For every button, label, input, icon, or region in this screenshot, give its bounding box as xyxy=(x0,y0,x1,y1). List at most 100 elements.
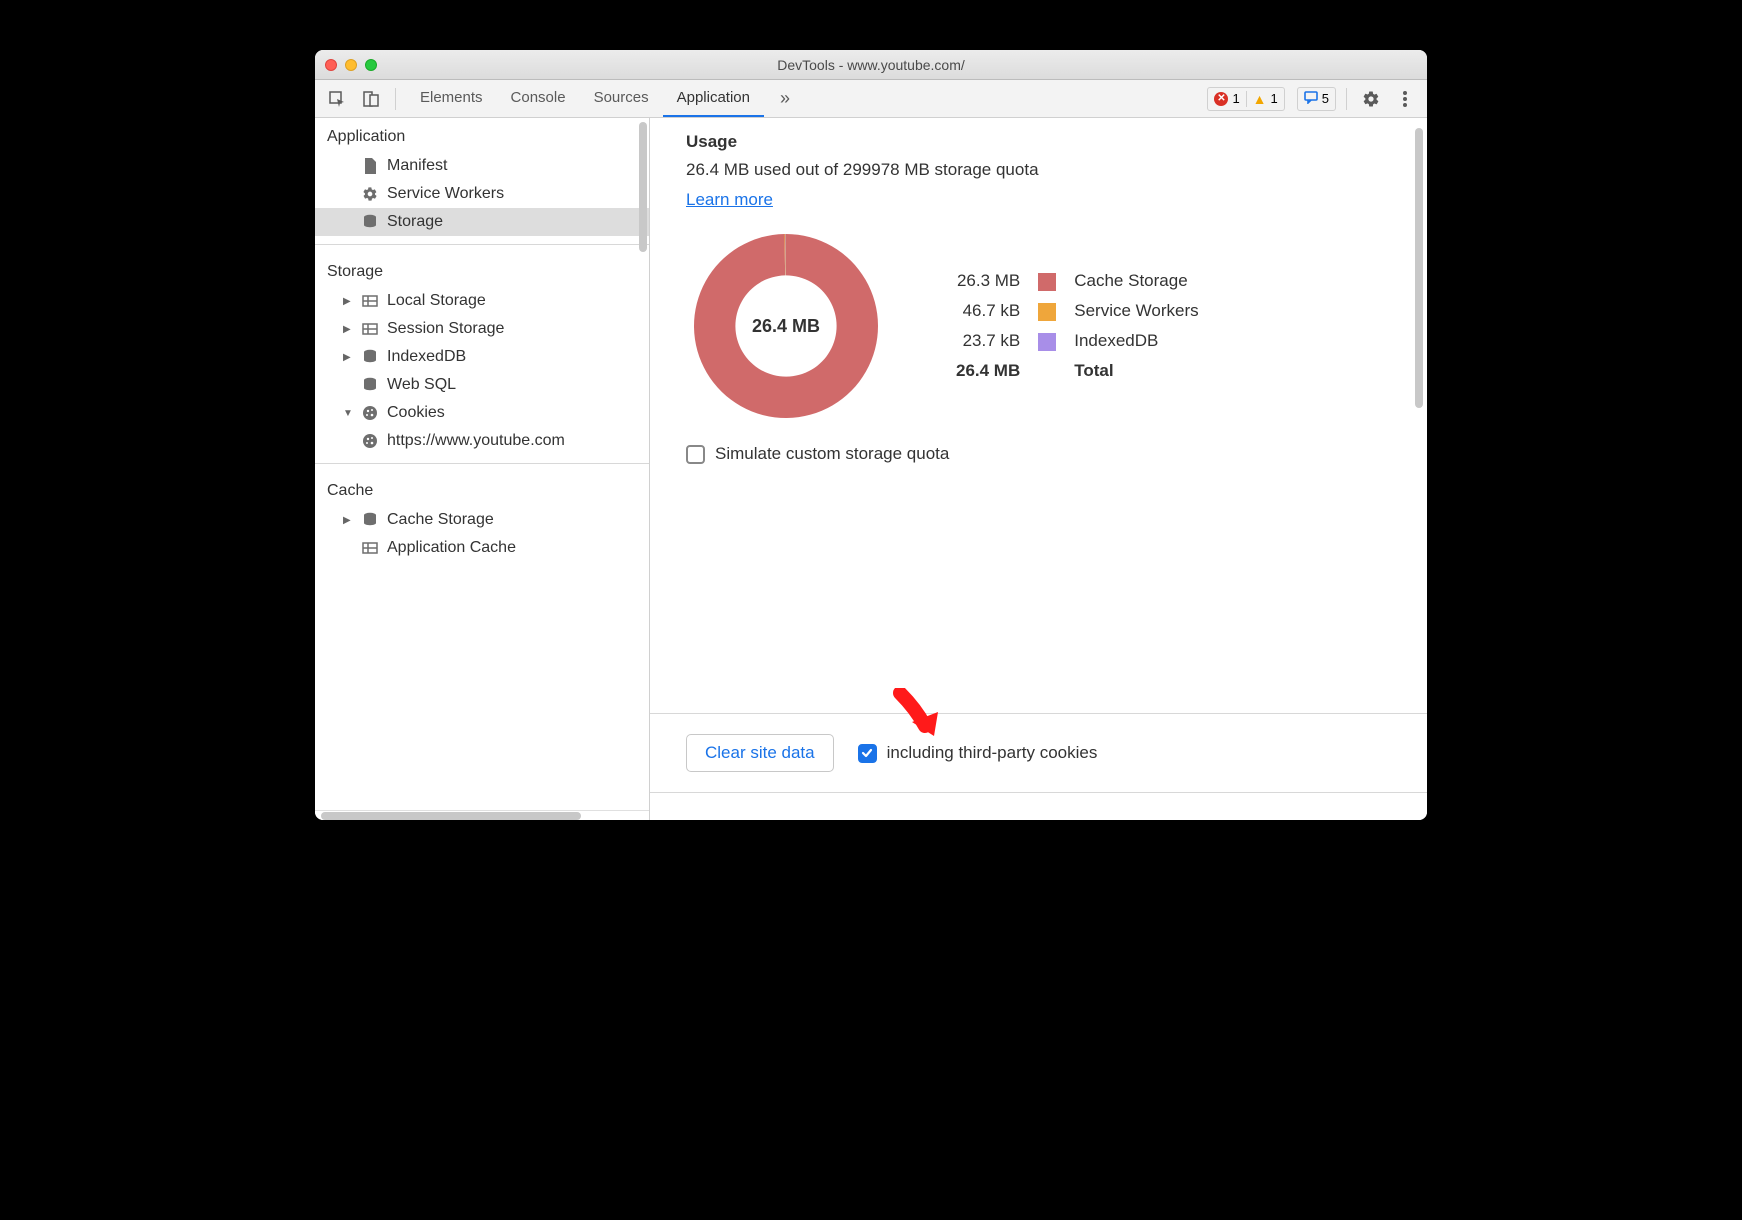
toolbar-divider xyxy=(1346,88,1347,110)
legend-swatch xyxy=(1030,327,1064,355)
warnings-count: 1 xyxy=(1271,91,1278,106)
legend-row: 23.7 kB IndexedDB xyxy=(948,327,1207,355)
sidebar-item-manifest[interactable]: Manifest xyxy=(315,152,649,180)
legend-value: 23.7 kB xyxy=(948,327,1028,355)
sidebar-section-storage: Storage xyxy=(315,253,649,287)
sidebar-item-session-storage[interactable]: ▶ Session Storage xyxy=(315,315,649,343)
sidebar-item-label: Storage xyxy=(387,213,443,231)
toolbar-divider xyxy=(395,88,396,110)
messages-count: 5 xyxy=(1322,91,1329,106)
sidebar-section-application: Application xyxy=(315,118,649,152)
sidebar-item-label: Cookies xyxy=(387,404,445,422)
window-title: DevTools - www.youtube.com/ xyxy=(315,57,1427,73)
legend-label: IndexedDB xyxy=(1066,327,1206,355)
sidebar-horizontal-scrollbar[interactable] xyxy=(315,810,649,820)
warnings-segment[interactable]: ▲ 1 xyxy=(1246,91,1284,107)
errors-count: 1 xyxy=(1232,91,1239,106)
legend-total-label: Total xyxy=(1066,357,1206,385)
chevron-right-icon: ▶ xyxy=(343,515,353,526)
devtools-window: DevTools - www.youtube.com/ Elements Con… xyxy=(315,50,1427,820)
usage-heading: Usage xyxy=(686,132,1403,152)
sidebar-item-label: Web SQL xyxy=(387,376,456,394)
sidebar-item-label: Cache Storage xyxy=(387,511,494,529)
database-icon xyxy=(361,376,379,394)
simulate-quota-label: Simulate custom storage quota xyxy=(715,444,949,464)
legend-total-row: 26.4 MB Total xyxy=(948,357,1207,385)
device-toolbar-icon[interactable] xyxy=(357,85,385,113)
third-party-cookies-label: including third-party cookies xyxy=(887,743,1098,763)
sidebar-item-websql[interactable]: Web SQL xyxy=(315,371,649,399)
sidebar-item-cache-storage[interactable]: ▶ Cache Storage xyxy=(315,506,649,534)
tab-application[interactable]: Application xyxy=(663,80,764,117)
empty-footer-row xyxy=(650,792,1427,820)
sidebar-item-label: IndexedDB xyxy=(387,348,466,366)
message-icon xyxy=(1304,90,1318,107)
sidebar-item-cookie-origin[interactable]: https://www.youtube.com xyxy=(315,427,649,455)
legend-value: 46.7 kB xyxy=(948,297,1028,325)
sidebar-item-label: Local Storage xyxy=(387,292,486,310)
sidebar-item-label: Service Workers xyxy=(387,185,504,203)
application-sidebar: Application Manifest Service Workers Sto… xyxy=(315,118,650,820)
sidebar-item-local-storage[interactable]: ▶ Local Storage xyxy=(315,287,649,315)
usage-legend: 26.3 MB Cache Storage 46.7 kB Service Worke… xyxy=(946,265,1209,387)
tab-console[interactable]: Console xyxy=(497,80,580,117)
usage-donut-chart: 26.4 MB xyxy=(686,226,886,426)
messages-pill[interactable]: 5 xyxy=(1297,87,1336,111)
legend-row: 46.7 kB Service Workers xyxy=(948,297,1207,325)
tabs-overflow-icon[interactable]: » xyxy=(770,88,800,109)
panel-tabs: Elements Console Sources Application xyxy=(406,80,764,117)
legend-swatch xyxy=(1030,267,1064,295)
sidebar-item-label: https://www.youtube.com xyxy=(387,432,565,450)
third-party-cookies-checkbox-row[interactable]: including third-party cookies xyxy=(858,743,1098,763)
cookie-icon xyxy=(361,432,379,450)
main-scrollbar[interactable] xyxy=(1415,128,1423,408)
clear-site-data-button[interactable]: Clear site data xyxy=(686,734,834,772)
warning-icon: ▲ xyxy=(1253,91,1267,107)
sidebar-item-label: Manifest xyxy=(387,157,447,175)
grid-icon xyxy=(361,320,379,338)
titlebar: DevTools - www.youtube.com/ xyxy=(315,50,1427,80)
chevron-right-icon: ▶ xyxy=(343,324,353,335)
database-icon xyxy=(361,348,379,366)
checkbox-icon[interactable] xyxy=(686,445,705,464)
error-icon: ✕ xyxy=(1214,92,1228,106)
database-icon xyxy=(361,511,379,529)
kebab-menu-icon[interactable] xyxy=(1391,85,1419,113)
legend-label: Service Workers xyxy=(1066,297,1206,325)
tab-elements[interactable]: Elements xyxy=(406,80,497,117)
settings-icon[interactable] xyxy=(1357,85,1385,113)
sidebar-item-application-cache[interactable]: Application Cache xyxy=(315,534,649,562)
grid-icon xyxy=(361,292,379,310)
database-icon xyxy=(361,213,379,231)
console-status-pill[interactable]: ✕ 1 ▲ 1 xyxy=(1207,87,1284,111)
cookie-icon xyxy=(361,404,379,422)
file-icon xyxy=(361,157,379,175)
legend-value: 26.3 MB xyxy=(948,267,1028,295)
legend-label: Cache Storage xyxy=(1066,267,1206,295)
errors-segment[interactable]: ✕ 1 xyxy=(1208,91,1245,106)
gear-icon xyxy=(361,185,379,203)
sidebar-item-label: Session Storage xyxy=(387,320,504,338)
devtools-toolbar: Elements Console Sources Application » ✕… xyxy=(315,80,1427,118)
usage-summary: 26.4 MB used out of 299978 MB storage qu… xyxy=(686,160,1403,180)
clear-site-data-row: Clear site data including third-party co… xyxy=(650,713,1427,792)
legend-row: 26.3 MB Cache Storage xyxy=(948,267,1207,295)
chevron-right-icon: ▶ xyxy=(343,296,353,307)
storage-panel: Usage 26.4 MB used out of 299978 MB stor… xyxy=(650,118,1427,820)
sidebar-section-cache: Cache xyxy=(315,472,649,506)
tab-sources[interactable]: Sources xyxy=(580,80,663,117)
legend-swatch xyxy=(1030,297,1064,325)
sidebar-item-indexeddb[interactable]: ▶ IndexedDB xyxy=(315,343,649,371)
legend-total-value: 26.4 MB xyxy=(948,357,1028,385)
sidebar-item-service-workers[interactable]: Service Workers xyxy=(315,180,649,208)
sidebar-item-cookies[interactable]: ▼ Cookies xyxy=(315,399,649,427)
learn-more-link[interactable]: Learn more xyxy=(686,190,773,210)
sidebar-item-storage[interactable]: Storage xyxy=(315,208,649,236)
simulate-quota-checkbox-row[interactable]: Simulate custom storage quota xyxy=(686,444,1403,464)
donut-center-value: 26.4 MB xyxy=(686,226,886,426)
inspect-element-icon[interactable] xyxy=(323,85,351,113)
chevron-right-icon: ▶ xyxy=(343,352,353,363)
checkbox-checked-icon[interactable] xyxy=(858,744,877,763)
content-area: Application Manifest Service Workers Sto… xyxy=(315,118,1427,820)
sidebar-scrollbar[interactable] xyxy=(639,122,647,252)
